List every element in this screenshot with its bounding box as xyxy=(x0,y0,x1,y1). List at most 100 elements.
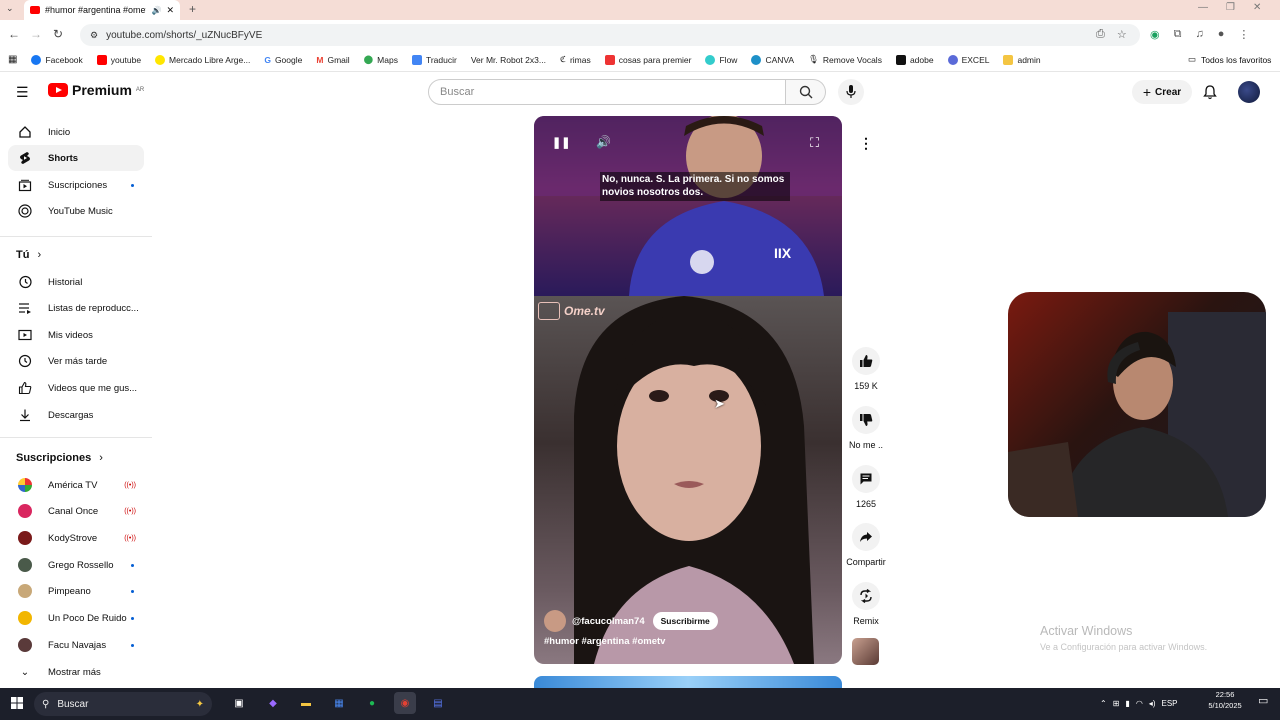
avatar[interactable] xyxy=(1238,81,1260,103)
bookmark-canva[interactable]: CANVA xyxy=(751,54,794,65)
fullscreen-icon[interactable]: ⛶ xyxy=(810,135,819,151)
forward-icon[interactable]: → xyxy=(28,26,44,42)
channel-un-poco-de-ruido[interactable]: Un Poco De Ruido xyxy=(8,605,144,631)
share-button[interactable] xyxy=(852,523,880,551)
video-player-main[interactable]: Ome.tv @facucolman74 Suscribirme #humor … xyxy=(534,296,842,664)
profile-icon[interactable]: ● xyxy=(1218,28,1225,41)
search-button[interactable] xyxy=(786,79,826,105)
pause-icon[interactable]: ❚❚ xyxy=(552,136,570,149)
video-hashtags[interactable]: #humor #argentina #ometv xyxy=(544,636,665,647)
voice-search-button[interactable] xyxy=(838,79,864,105)
copilot-icon[interactable]: ◆ xyxy=(262,692,284,714)
hamburger-menu-icon[interactable]: ☰ xyxy=(16,84,29,101)
sidebar-item-ver-mas-tarde[interactable]: Ver más tarde xyxy=(8,348,144,374)
show-more-button[interactable]: ⌄ Mostrar más xyxy=(8,659,144,685)
bookmark-traducir[interactable]: Traducir xyxy=(411,54,457,65)
bookmark-youtube[interactable]: youtube xyxy=(96,54,141,65)
sidebar-item-youtube-music[interactable]: YouTube Music xyxy=(8,198,144,224)
remix-button[interactable] xyxy=(852,582,880,610)
dislike-button[interactable] xyxy=(852,406,880,434)
more-options-button[interactable]: ⋮ xyxy=(852,129,880,157)
bookmark-flow[interactable]: Flow xyxy=(705,54,737,65)
like-button[interactable] xyxy=(852,347,880,375)
youtube-premium-logo[interactable]: Premium AR xyxy=(48,82,144,98)
menu-dots-icon[interactable]: ⋮ xyxy=(1238,28,1249,41)
subscribe-button[interactable]: Suscribirme xyxy=(652,612,718,630)
tab-close-icon[interactable]: ✕ xyxy=(166,5,174,16)
restore-icon[interactable]: ❐ xyxy=(1226,2,1235,13)
bookmark-google[interactable]: G Google xyxy=(264,55,302,65)
channel-handle[interactable]: @facucolman74 xyxy=(572,616,645,627)
apps-grid-icon[interactable]: ▦ xyxy=(8,54,17,65)
channel-kodystrove[interactable]: KodyStrove ((•)) xyxy=(8,525,144,551)
chevron-up-icon[interactable]: ⌃ xyxy=(1100,699,1107,708)
you-section-heading[interactable]: Tú › xyxy=(16,249,41,261)
sidebar-item-shorts[interactable]: Shorts xyxy=(8,145,144,171)
microphone-icon[interactable]: ▮ xyxy=(1125,699,1129,708)
video-player-previous-clip[interactable]: IIX ❚❚ 🔊 ⛶ No, nunca. S. La primera. Si … xyxy=(534,116,842,296)
sidebar-item-inicio[interactable]: Inicio xyxy=(8,119,144,145)
browser-tab[interactable]: #humor #argentina #omet 🔊 ✕ xyxy=(24,0,180,20)
file-explorer-icon[interactable]: ▬ xyxy=(295,692,317,714)
tab-menu-icon[interactable]: ⌄ xyxy=(6,3,14,14)
clock[interactable]: 22:56 5/10/2025 xyxy=(1200,689,1250,711)
install-icon[interactable]: ⎙ xyxy=(1096,28,1105,41)
channel-canal-once[interactable]: Canal Once ((•)) xyxy=(8,498,144,524)
minimize-icon[interactable]: — xyxy=(1198,2,1208,13)
channel-pimpeano[interactable]: Pimpeano xyxy=(8,578,144,604)
sidebar-item-mis-videos[interactable]: Mis videos xyxy=(8,322,144,348)
windows-start-icon[interactable] xyxy=(6,692,28,714)
site-info-icon[interactable]: ⚙ xyxy=(90,30,98,41)
sidebar-item-historial[interactable]: Historial xyxy=(8,269,144,295)
volume-icon[interactable]: ◂) xyxy=(1149,699,1156,708)
notifications-button[interactable] xyxy=(1200,82,1220,102)
bookmark-mercadolibre[interactable]: Mercado Libre Arge... xyxy=(155,54,250,65)
comments-button[interactable] xyxy=(852,465,880,493)
sidebar-item-playlists[interactable]: Listas de reproducc... xyxy=(8,295,144,321)
extension-icon[interactable]: ◉ xyxy=(1150,28,1160,41)
subscriptions-heading[interactable]: Suscripciones › xyxy=(16,452,103,464)
sidebar-item-label: Shorts xyxy=(48,152,79,164)
bookmark-gmail[interactable]: M Gmail xyxy=(316,55,349,65)
network-icon[interactable]: ⊞ xyxy=(1113,699,1120,708)
bookmark-premier[interactable]: cosas para premier xyxy=(604,54,691,65)
back-icon[interactable]: ← xyxy=(6,26,22,42)
sidebar-item-liked-videos[interactable]: Videos que me gus... xyxy=(8,375,144,401)
task-view-icon[interactable]: ▣ xyxy=(228,692,250,714)
media-icon[interactable]: ♫ xyxy=(1195,28,1203,41)
bookmark-maps[interactable]: ⬤ Maps xyxy=(364,54,398,65)
next-video-preview[interactable] xyxy=(534,676,842,688)
sidebar-item-descargas[interactable]: Descargas xyxy=(8,402,144,428)
close-window-icon[interactable]: ✕ xyxy=(1253,2,1261,13)
bookmark-adobe[interactable]: adobe xyxy=(895,54,934,65)
bookmark-rimas[interactable]: ℭrimas xyxy=(560,54,591,65)
sidebar-item-suscripciones[interactable]: Suscripciones xyxy=(8,172,144,198)
avatar[interactable] xyxy=(544,610,566,632)
address-bar[interactable]: ⚙ youtube.com/shorts/_uZNucBFyVE xyxy=(80,24,1140,46)
reload-icon[interactable]: ↻ xyxy=(50,26,66,42)
bookmark-removevocals[interactable]: 🎙 Remove Vocals xyxy=(808,54,882,65)
bookmark-excel[interactable]: EXCEL xyxy=(947,54,989,65)
notifications-icon[interactable]: ▭ xyxy=(1258,694,1268,707)
bookmark-facebook[interactable]: Facebook xyxy=(31,54,83,65)
bookmark-star-icon[interactable]: ☆ xyxy=(1117,28,1127,41)
spotify-icon[interactable]: ● xyxy=(361,692,383,714)
create-button[interactable]: + Crear xyxy=(1132,80,1192,104)
puzzle-icon[interactable]: ⧉ xyxy=(1174,28,1182,41)
volume-icon[interactable]: 🔊 xyxy=(596,135,611,149)
bookmark-admin[interactable]: admin xyxy=(1003,54,1041,65)
bookmark-mrrobot[interactable]: Ver Mr. Robot 2x3... xyxy=(471,55,546,65)
app-icon[interactable]: ▤ xyxy=(427,692,449,714)
search-input[interactable]: Buscar xyxy=(428,79,786,105)
new-tab-button[interactable]: + xyxy=(189,2,196,16)
store-icon[interactable]: ▦ xyxy=(328,692,350,714)
audio-thumbnail[interactable] xyxy=(852,638,879,665)
wifi-icon[interactable]: ◠ xyxy=(1136,699,1143,708)
taskbar-search[interactable]: ⚲ Buscar ✦ xyxy=(34,692,212,716)
language-indicator[interactable]: ESP xyxy=(1161,699,1177,708)
channel-facu-navajas[interactable]: Facu Navajas xyxy=(8,632,144,658)
channel-grego-rossello[interactable]: Grego Rossello xyxy=(8,552,144,578)
chrome-icon[interactable]: ◉ xyxy=(394,692,416,714)
channel-america-tv[interactable]: América TV ((•)) xyxy=(8,472,144,498)
all-favorites[interactable]: ▭ Todos los favoritos xyxy=(1188,54,1271,65)
